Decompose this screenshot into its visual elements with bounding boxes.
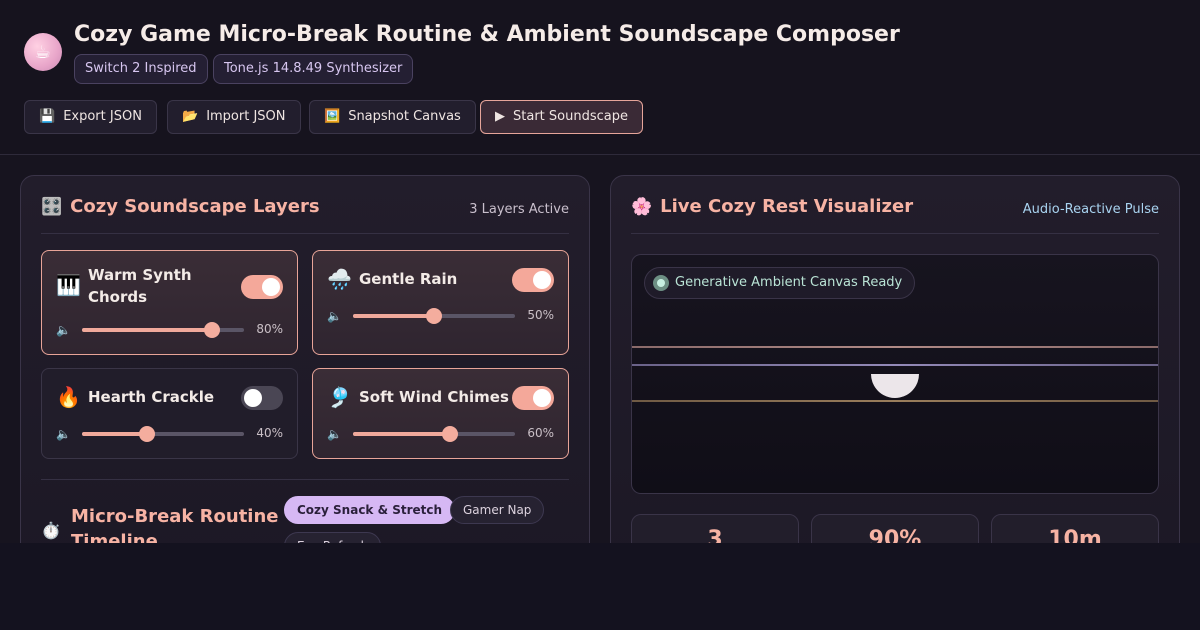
visualizer-panel-header: 🌸 Live Cozy Rest Visualizer Audio-Reactiv…	[631, 196, 1159, 234]
visualizer-panel-title-text: Live Cozy Rest Visualizer	[660, 196, 914, 217]
snapshot-canvas-label: Snapshot Canvas	[348, 109, 461, 124]
stat-card-layers: 3	[631, 514, 799, 543]
volume-value: 60%	[527, 426, 554, 440]
rain-cloud-icon: 🌧️	[327, 267, 352, 291]
routine-title-text: Micro-Break Routine Timeline	[71, 506, 279, 543]
section-divider	[41, 479, 569, 480]
volume-icon: 🔈	[327, 309, 342, 323]
wind-chime-icon: 🎐	[327, 385, 352, 409]
import-json-label: Import JSON	[206, 109, 286, 124]
folder-icon: 📂	[182, 109, 199, 124]
visualizer-mode-label: Audio-Reactive Pulse	[1022, 202, 1159, 217]
volume-value: 80%	[256, 322, 283, 336]
toggle-knob	[533, 389, 551, 407]
layer-toggle-wind-chimes[interactable]	[512, 386, 554, 410]
piano-icon: 🎹	[56, 273, 81, 297]
volume-icon: 🔈	[56, 323, 71, 337]
start-soundscape-label: Start Soundscape	[513, 109, 628, 124]
stat-value: 3	[707, 527, 723, 543]
volume-slider-hearth-crackle[interactable]	[82, 426, 244, 442]
layer-card-gentle-rain: 🌧️ Gentle Rain 🔈 50%	[312, 250, 569, 355]
layers-panel-title-text: Cozy Soundscape Layers	[70, 196, 320, 217]
badge-switch: Switch 2 Inspired	[74, 54, 208, 84]
export-json-label: Export JSON	[63, 109, 142, 124]
soundscape-layers-panel: 🎛️ Cozy Soundscape Layers 3 Layers Active…	[20, 175, 590, 543]
routine-title: ⏱️ Micro-Break Routine Timeline	[41, 504, 281, 543]
stat-card-percent: 90%	[811, 514, 979, 543]
layer-card-hearth-crackle: 🔥 Hearth Crackle 🔈 40%	[41, 368, 298, 459]
volume-icon: 🔈	[56, 427, 71, 441]
volume-slider-gentle-rain[interactable]	[353, 308, 515, 324]
layers-active-count: 3 Layers Active	[469, 202, 569, 217]
floppy-disk-icon: 💾	[39, 109, 56, 124]
layer-card-warm-synth: 🎹 Warm Synth Chords 🔈 80%	[41, 250, 298, 355]
import-json-button[interactable]: 📂 Import JSON	[167, 100, 301, 134]
fire-icon: 🔥	[56, 385, 81, 409]
slider-thumb[interactable]	[138, 426, 155, 442]
picture-icon: 🖼️	[324, 109, 341, 124]
layer-toggle-hearth-crackle[interactable]	[241, 386, 283, 410]
slider-fill	[82, 432, 147, 436]
layer-card-wind-chimes: 🎐 Soft Wind Chimes 🔈 60%	[312, 368, 569, 459]
slider-thumb[interactable]	[442, 426, 459, 442]
layer-name: Soft Wind Chimes	[359, 388, 509, 406]
preset-chip-cozy-snack[interactable]: Cozy Snack & Stretch	[284, 496, 456, 524]
status-dot-icon	[653, 275, 669, 291]
teacup-icon: ☕	[24, 33, 62, 71]
toggle-knob	[244, 389, 262, 407]
blossom-icon: 🌸	[631, 197, 653, 217]
ambient-canvas[interactable]: Generative Ambient Canvas Ready	[631, 254, 1159, 494]
snapshot-canvas-button[interactable]: 🖼️ Snapshot Canvas	[309, 100, 476, 134]
volume-icon: 🔈	[327, 427, 342, 441]
stat-value: 10m	[1048, 527, 1102, 543]
slider-thumb[interactable]	[426, 308, 442, 324]
visualizer-panel: 🌸 Live Cozy Rest Visualizer Audio-Reactiv…	[610, 175, 1180, 543]
layers-panel-title: 🎛️ Cozy Soundscape Layers	[41, 196, 320, 217]
slider-thumb[interactable]	[203, 322, 220, 338]
layers-panel-header: 🎛️ Cozy Soundscape Layers 3 Layers Active	[41, 196, 569, 234]
wave-line	[632, 346, 1158, 348]
wave-line	[632, 364, 1158, 366]
app-header: ☕ Cozy Game Micro-Break Routine & Ambien…	[0, 0, 1200, 155]
layer-toggle-warm-synth[interactable]	[241, 275, 283, 299]
control-knobs-icon: 🎛️	[41, 197, 63, 217]
start-soundscape-button[interactable]: ▶ Start Soundscape	[480, 100, 643, 134]
toggle-knob	[262, 278, 280, 296]
slider-fill	[82, 328, 212, 332]
layer-name: Warm Synth Chords	[88, 266, 192, 306]
preset-chip-eye-refresh[interactable]: Eye Refresh	[284, 532, 382, 543]
stopwatch-icon: ⏱️	[41, 521, 61, 540]
canvas-status-pill: Generative Ambient Canvas Ready	[644, 267, 916, 299]
play-icon: ▶	[495, 109, 505, 124]
slider-fill	[353, 432, 451, 436]
app-title: Cozy Game Micro-Break Routine & Ambient …	[74, 22, 900, 47]
layer-name: Gentle Rain	[359, 270, 458, 288]
stat-value: 90%	[868, 527, 922, 543]
volume-value: 40%	[256, 426, 283, 440]
toggle-knob	[533, 271, 551, 289]
wave-line	[632, 400, 1158, 402]
badge-tonejs: Tone.js 14.8.49 Synthesizer	[213, 54, 414, 84]
visualizer-panel-title: 🌸 Live Cozy Rest Visualizer	[631, 196, 913, 217]
layer-toggle-gentle-rain[interactable]	[512, 268, 554, 292]
stat-card-duration: 10m	[991, 514, 1159, 543]
layer-name: Hearth Crackle	[88, 388, 215, 406]
volume-slider-wind-chimes[interactable]	[353, 426, 515, 442]
slider-fill	[353, 314, 434, 318]
page-bottom-area	[0, 543, 1200, 630]
volume-value: 50%	[527, 308, 554, 322]
canvas-status-text: Generative Ambient Canvas Ready	[675, 275, 903, 290]
export-json-button[interactable]: 💾 Export JSON	[24, 100, 157, 134]
preset-chip-gamer-nap[interactable]: Gamer Nap	[450, 496, 545, 524]
volume-slider-warm-synth[interactable]	[82, 322, 244, 338]
app-viewport: ☕ Cozy Game Micro-Break Routine & Ambien…	[0, 0, 1200, 543]
moon-shape	[871, 374, 919, 398]
